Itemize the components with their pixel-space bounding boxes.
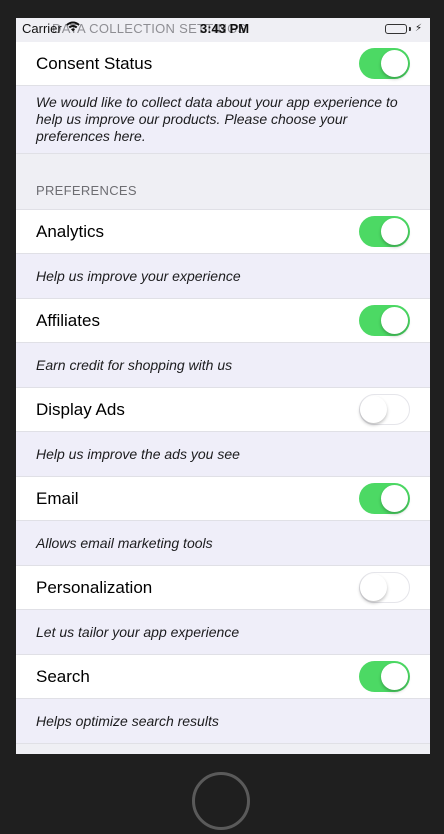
- preference-description: Help us improve your experience: [16, 254, 430, 299]
- clock: 3:43 PM: [200, 21, 250, 36]
- battery-icon: ⚡: [384, 23, 422, 34]
- analytics-label: Analytics: [36, 221, 105, 241]
- search-toggle[interactable]: [359, 661, 410, 692]
- preferences-section-header: PREFERENCES: [16, 183, 430, 210]
- consent-status-row: Consent Status: [16, 42, 430, 86]
- carrier-label: Carrier: [22, 21, 62, 36]
- preference-row-search: Search: [16, 655, 430, 699]
- personalization-label: Personalization: [36, 577, 153, 597]
- preference-description: Helps optimize search results: [16, 699, 430, 744]
- preference-description: Let us tailor your app experience: [16, 610, 430, 655]
- consent-status-toggle[interactable]: [359, 48, 410, 79]
- affiliates-toggle[interactable]: [359, 305, 410, 336]
- preference-row-display-ads: Display Ads: [16, 388, 430, 432]
- consent-status-label: Consent Status: [36, 53, 153, 73]
- preference-row-personalization: Personalization: [16, 566, 430, 610]
- email-label: Email: [36, 488, 79, 508]
- preference-description: Allows email marketing tools: [16, 521, 430, 566]
- analytics-description-text: Help us improve your experience: [36, 268, 241, 284]
- personalization-toggle[interactable]: [359, 572, 410, 603]
- display-ads-label: Display Ads: [36, 399, 125, 419]
- section-spacer: [16, 154, 430, 183]
- preferences-header-label: PREFERENCES: [36, 183, 137, 198]
- email-toggle[interactable]: [359, 483, 410, 514]
- status-bar: DATA COLLECTION SETTINGS Carrier 3:43 PM…: [16, 18, 430, 42]
- analytics-toggle[interactable]: [359, 216, 410, 247]
- preference-row-analytics: Analytics: [16, 210, 430, 254]
- consent-description: We would like to collect data about your…: [16, 86, 430, 154]
- display-ads-toggle[interactable]: [359, 394, 410, 425]
- preference-row-email: Email: [16, 477, 430, 521]
- affiliates-label: Affiliates: [36, 310, 100, 330]
- email-description-text: Allows email marketing tools: [36, 535, 213, 551]
- personalization-description-text: Let us tailor your app experience: [36, 624, 240, 640]
- preference-row-affiliates: Affiliates: [16, 299, 430, 343]
- affiliates-description-text: Earn credit for shopping with us: [36, 357, 233, 373]
- preferences-list: Analytics Help us improve your experienc…: [16, 210, 430, 744]
- home-button[interactable]: [192, 772, 250, 830]
- device-screen: DATA COLLECTION SETTINGS Carrier 3:43 PM…: [16, 18, 430, 754]
- preference-description: Help us improve the ads you see: [16, 432, 430, 477]
- search-description-text: Helps optimize search results: [36, 713, 219, 729]
- search-label: Search: [36, 666, 90, 686]
- display-ads-description-text: Help us improve the ads you see: [36, 446, 240, 462]
- wifi-icon: [66, 20, 80, 35]
- preference-description: Earn credit for shopping with us: [16, 343, 430, 388]
- consent-description-text: We would like to collect data about your…: [36, 94, 398, 144]
